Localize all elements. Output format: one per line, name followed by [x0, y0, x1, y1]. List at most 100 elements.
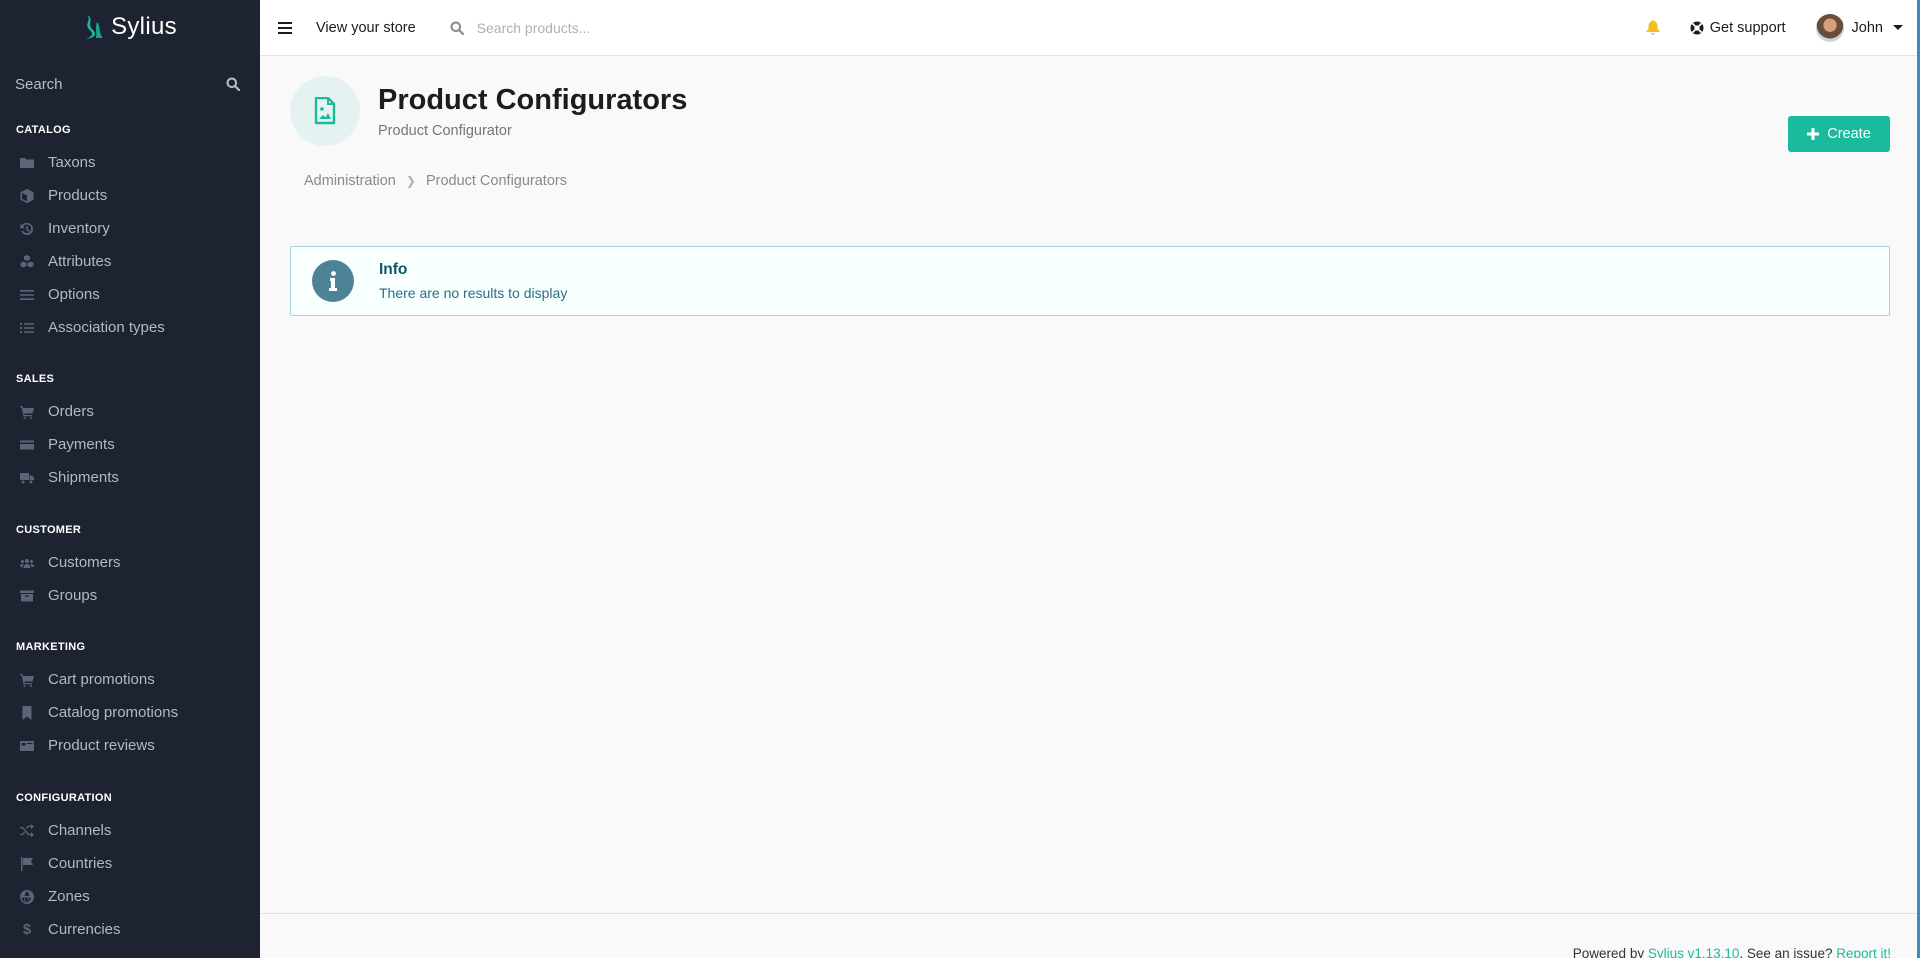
sylius-version-link[interactable]: Sylius v1.13.10	[1648, 946, 1740, 958]
cart-icon	[20, 405, 34, 419]
sidebar-item-countries[interactable]: Countries	[0, 847, 260, 880]
topbar-right: Get support John	[1646, 13, 1917, 42]
footer: Powered by Sylius v1.13.10. See an issue…	[260, 913, 1917, 958]
cubes-icon	[20, 254, 34, 269]
sidebar-item-label: Options	[48, 286, 100, 303]
folder-icon	[20, 156, 34, 170]
topbar: View your store Get support John	[260, 0, 1917, 56]
users-icon	[20, 556, 34, 570]
create-button[interactable]: Create	[1788, 116, 1890, 152]
sidebar-item-label: Attributes	[48, 253, 112, 270]
sidebar-item-attributes[interactable]: Attributes	[0, 245, 260, 278]
sidebar-header-configuration: Configuration	[16, 792, 112, 804]
product-search-input[interactable]	[476, 19, 777, 36]
newspaper-icon	[20, 739, 34, 753]
breadcrumb: Administration ❯ Product Configurators	[304, 173, 567, 189]
search-icon	[450, 21, 464, 35]
user-name: John	[1851, 19, 1883, 36]
sidebar-item-product-reviews[interactable]: Product reviews	[0, 729, 260, 762]
info-text: There are no results to display	[379, 285, 568, 301]
sidebar-item-label: Association types	[48, 319, 165, 336]
sidebar-header-marketing: Marketing	[16, 641, 86, 653]
sidebar-item-taxons[interactable]: Taxons	[0, 146, 260, 179]
sidebar-search[interactable]: Search	[0, 54, 260, 114]
sidebar-item-groups[interactable]: Groups	[0, 579, 260, 612]
sidebar-item-label: Orders	[48, 403, 94, 420]
sidebar-item-label: Product reviews	[48, 737, 155, 754]
bell-icon[interactable]	[1646, 20, 1660, 35]
footer-text: Powered by Sylius v1.13.10. See an issue…	[1573, 946, 1891, 958]
dollar-icon: $	[22, 921, 32, 938]
sidebar-item-label: Catalog promotions	[48, 704, 179, 721]
sidebar-item-label: Countries	[48, 855, 113, 872]
footer-powered-by: Powered by	[1572, 946, 1648, 958]
sidebar-item-label: Products	[48, 187, 108, 204]
sylius-logo[interactable]: Sylius	[0, 0, 260, 54]
truck-icon	[20, 471, 34, 485]
sidebar: Sylius Search Catalog Taxons Products In…	[0, 0, 260, 958]
breadcrumb-administration[interactable]: Administration	[304, 173, 396, 189]
shuffle-icon	[20, 823, 34, 838]
sidebar-item-orders[interactable]: Orders	[0, 395, 260, 428]
get-support-label: Get support	[1709, 19, 1786, 36]
info-icon	[312, 260, 354, 302]
page-subtitle: Product Configurator	[378, 123, 512, 139]
sidebar-item-label: Customers	[48, 554, 121, 571]
sidebar-item-label: Currencies	[48, 921, 121, 938]
sidebar-item-products[interactable]: Products	[0, 179, 260, 212]
sidebar-item-association-types[interactable]: Association types	[0, 311, 260, 344]
get-support-link[interactable]: Get support	[1690, 20, 1786, 36]
user-menu[interactable]: John	[1815, 13, 1903, 42]
menu-toggle-icon[interactable]	[278, 19, 292, 37]
credit-card-icon	[20, 438, 34, 452]
sidebar-item-shipments[interactable]: Shipments	[0, 461, 260, 494]
sidebar-item-label: Channels	[48, 822, 112, 839]
footer-issue-text: . See an issue?	[1739, 946, 1837, 958]
list-icon	[20, 321, 34, 335]
sidebar-header-customer: Customer	[16, 524, 82, 536]
sidebar-item-label: Shipments	[48, 469, 119, 486]
sidebar-header-sales: Sales	[16, 373, 55, 385]
sidebar-item-label: Groups	[48, 587, 98, 604]
cart-icon	[20, 673, 34, 687]
info-title: Info	[379, 261, 408, 278]
sidebar-item-zones[interactable]: Zones	[0, 880, 260, 913]
view-store-link[interactable]: View your store	[316, 20, 416, 36]
sylius-logo-icon	[86, 15, 104, 39]
logo-text: Sylius	[111, 13, 177, 40]
product-search	[450, 19, 777, 36]
sidebar-item-label: Payments	[48, 436, 115, 453]
breadcrumb-current: Product Configurators	[425, 173, 567, 189]
search-icon[interactable]	[226, 77, 240, 91]
info-message: Info There are no results to display	[290, 246, 1890, 316]
file-image-icon	[290, 76, 360, 146]
sidebar-item-payments[interactable]: Payments	[0, 428, 260, 461]
options-icon	[20, 288, 34, 302]
create-button-label: Create	[1827, 126, 1871, 142]
sidebar-item-inventory[interactable]: Inventory	[0, 212, 260, 245]
sidebar-section-customer: Customer Customers Groups	[0, 524, 260, 612]
info-content: Info There are no results to display	[379, 261, 567, 301]
sidebar-item-channels[interactable]: Channels	[0, 814, 260, 847]
sidebar-item-cart-promotions[interactable]: Cart promotions	[0, 663, 260, 696]
plus-icon	[1807, 128, 1820, 140]
sidebar-item-customers[interactable]: Customers	[0, 546, 260, 579]
sidebar-item-catalog-promotions[interactable]: Catalog promotions	[0, 696, 260, 729]
flag-icon	[20, 856, 34, 871]
report-it-link[interactable]: Report it!	[1836, 946, 1891, 958]
sidebar-search-label: Search	[15, 75, 63, 93]
sidebar-item-label: Cart promotions	[48, 671, 155, 688]
sidebar-item-options[interactable]: Options	[0, 278, 260, 311]
bookmark-icon	[20, 705, 34, 720]
chevron-right-icon: ❯	[405, 174, 416, 188]
sidebar-item-currencies[interactable]: $ Currencies	[0, 913, 260, 946]
sidebar-item-label: Zones	[48, 888, 90, 905]
sidebar-section-configuration: Configuration Channels Countries Zones $…	[0, 792, 260, 946]
sidebar-section-catalog: Catalog Taxons Products Inventory Attrib…	[0, 124, 260, 344]
caret-down-icon	[1893, 25, 1903, 30]
sidebar-section-sales: Sales Orders Payments Shipments	[0, 373, 260, 494]
cube-icon	[20, 188, 34, 203]
life-ring-icon	[1690, 21, 1704, 34]
archive-icon	[20, 589, 34, 603]
sidebar-item-label: Inventory	[48, 220, 110, 237]
